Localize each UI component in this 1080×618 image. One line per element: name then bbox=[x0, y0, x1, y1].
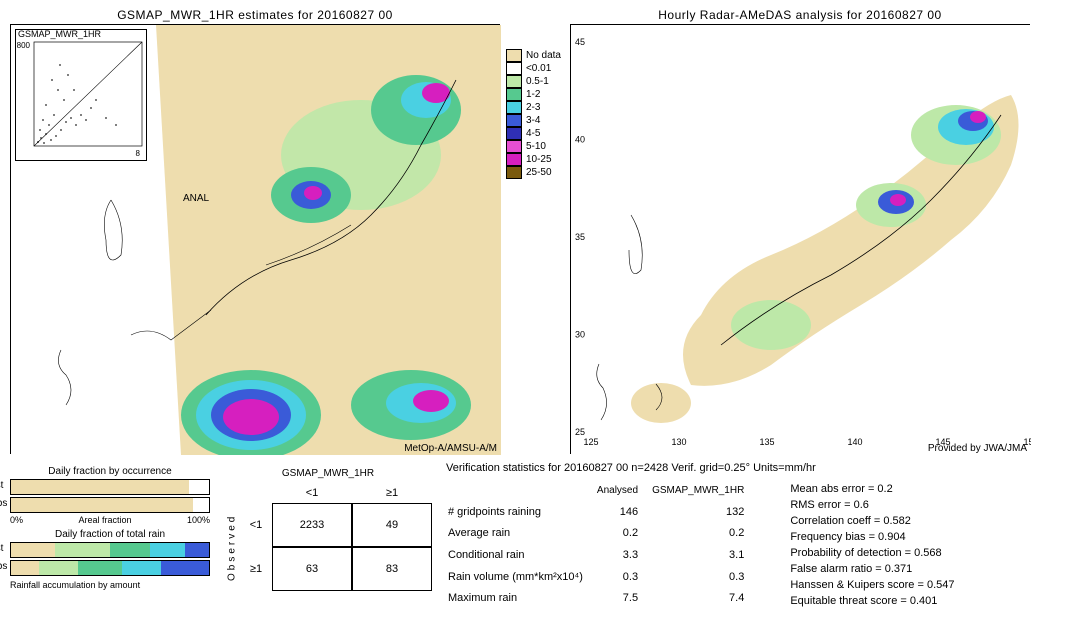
contingency-panel: GSMAP_MWR_1HR <1 ≥1 Observed <1 2233 49 … bbox=[224, 468, 432, 610]
metric-row: Equitable threat score = 0.401 bbox=[786, 594, 958, 608]
cell-ge-lt: 63 bbox=[272, 547, 352, 591]
stat-row: Average rain0.20.2 bbox=[448, 523, 756, 543]
metric-row: Probability of detection = 0.568 bbox=[786, 546, 958, 560]
metrics-table: Mean abs error = 0.2 RMS error = 0.6 Corre… bbox=[784, 480, 960, 610]
legend-item: No data bbox=[506, 49, 561, 62]
verification-panel: Verification statistics for 20160827 00 … bbox=[446, 462, 1070, 610]
svg-text:45: 45 bbox=[575, 37, 585, 47]
row-ge: ≥1 bbox=[240, 547, 272, 591]
total-rain-title: Daily fraction of total rain bbox=[10, 529, 210, 540]
svg-text:800: 800 bbox=[17, 41, 31, 50]
legend-item: 5-10 bbox=[506, 140, 561, 153]
observed-label: Observed bbox=[224, 503, 240, 591]
legend-item: 2-3 bbox=[506, 101, 561, 114]
right-map-title: Hourly Radar-AMeDAS analysis for 2016082… bbox=[570, 8, 1030, 22]
anal-label: ANAL bbox=[183, 193, 210, 204]
metric-row: Frequency bias = 0.904 bbox=[786, 530, 958, 544]
right-map: 1251301351401451502530354045 Provided by… bbox=[570, 24, 1030, 454]
verification-header: Verification statistics for 20160827 00 … bbox=[446, 462, 1070, 474]
stat-row: Rain volume (mm*km²x10⁴)0.30.3 bbox=[448, 567, 756, 587]
legend-item: 0.5-1 bbox=[506, 75, 561, 88]
occurrence-est-bar: Est bbox=[10, 479, 210, 495]
metric-row: Hanssen & Kuipers score = 0.547 bbox=[786, 578, 958, 592]
svg-text:40: 40 bbox=[575, 135, 585, 145]
stat-row: Conditional rain3.33.1 bbox=[448, 545, 756, 565]
occurrence-title: Daily fraction by occurrence bbox=[10, 466, 210, 477]
svg-text:125: 125 bbox=[583, 437, 598, 447]
right-map-footer: Provided by JWA/JMA bbox=[928, 443, 1027, 454]
legend-item: <0.01 bbox=[506, 62, 561, 75]
stat-row: Maximum rain7.57.4 bbox=[448, 588, 756, 608]
stat-table: Analysed GSMAP_MWR_1HR # gridpoints rain… bbox=[446, 480, 758, 610]
left-map: MetOp-A/AMSU-A/M ANAL GSMAP_MWR_1HR bbox=[10, 24, 500, 454]
svg-text:8: 8 bbox=[136, 149, 141, 158]
legend-item: 10-25 bbox=[506, 153, 561, 166]
svg-text:25: 25 bbox=[575, 427, 585, 437]
legend-item: 3-4 bbox=[506, 114, 561, 127]
cell-ge-ge: 83 bbox=[352, 547, 432, 591]
left-map-footer: MetOp-A/AMSU-A/M bbox=[404, 443, 497, 454]
totalrain-est-bar: Est bbox=[10, 542, 210, 558]
scatter-title: GSMAP_MWR_1HR bbox=[18, 29, 101, 39]
metric-row: RMS error = 0.6 bbox=[786, 498, 958, 512]
cell-lt-ge: 49 bbox=[352, 503, 432, 547]
color-legend: No data<0.010.5-11-22-33-44-55-1010-2525… bbox=[506, 49, 561, 179]
row-lt: <1 bbox=[240, 503, 272, 547]
svg-text:30: 30 bbox=[575, 330, 585, 340]
total-rain-caption: Rainfall accumulation by amount bbox=[10, 580, 210, 590]
fraction-panel: Daily fraction by occurrence Est Obs 0% … bbox=[10, 462, 210, 610]
stat-row: # gridpoints raining146132 bbox=[448, 502, 756, 522]
occurrence-obs-bar: Obs bbox=[10, 497, 210, 513]
cell-lt-lt: 2233 bbox=[272, 503, 352, 547]
col-ge: ≥1 bbox=[352, 483, 432, 503]
left-map-title: GSMAP_MWR_1HR estimates for 20160827 00 bbox=[10, 8, 500, 22]
legend-item: 1-2 bbox=[506, 88, 561, 101]
svg-text:140: 140 bbox=[847, 437, 862, 447]
legend-item: 25-50 bbox=[506, 166, 561, 179]
col-lt: <1 bbox=[272, 483, 352, 503]
metric-row: False alarm ratio = 0.371 bbox=[786, 562, 958, 576]
svg-text:135: 135 bbox=[759, 437, 774, 447]
metric-row: Mean abs error = 0.2 bbox=[786, 482, 958, 496]
metric-row: Correlation coeff = 0.582 bbox=[786, 514, 958, 528]
totalrain-obs-bar: Obs bbox=[10, 560, 210, 576]
scatter-inset: GSMAP_MWR_1HR bbox=[15, 29, 147, 161]
svg-text:130: 130 bbox=[671, 437, 686, 447]
svg-text:35: 35 bbox=[575, 232, 585, 242]
legend-item: 4-5 bbox=[506, 127, 561, 140]
contingency-title: GSMAP_MWR_1HR bbox=[224, 468, 432, 479]
